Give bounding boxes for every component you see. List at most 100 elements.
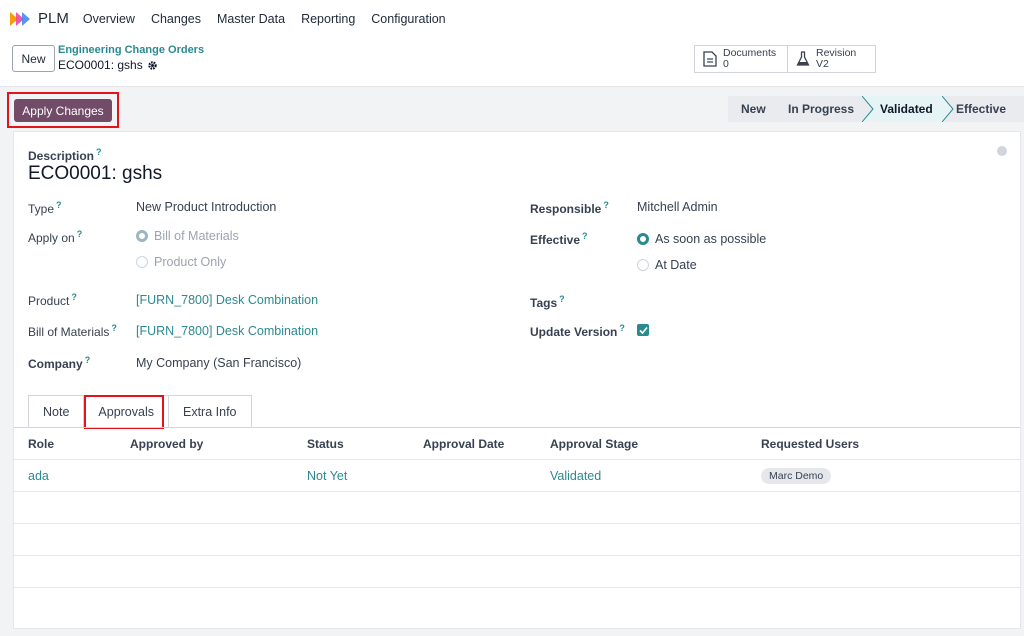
- stage-effective-label: Effective: [956, 102, 1007, 116]
- table-row-empty: [14, 588, 1020, 620]
- status-indicator-icon[interactable]: [997, 146, 1007, 156]
- cell-role[interactable]: ada: [28, 469, 49, 483]
- column-requested-users[interactable]: Requested Users: [761, 437, 859, 451]
- breadcrumb-current: ECO0001: gshs: [58, 58, 158, 72]
- table-row-empty: [14, 524, 1020, 556]
- gear-icon[interactable]: [147, 60, 158, 71]
- stage-effective[interactable]: Effective: [942, 96, 1024, 122]
- stage-new[interactable]: New: [728, 96, 776, 122]
- apply-on-product-radio[interactable]: Product Only: [136, 255, 226, 269]
- stage-new-label: New: [741, 102, 766, 116]
- effective-label-text: Effective: [530, 233, 581, 247]
- apply-on-bom-label: Bill of Materials: [154, 229, 239, 243]
- help-icon[interactable]: ?: [111, 323, 117, 333]
- smart-buttons: Documents 0 Revision V2: [694, 45, 876, 73]
- stage-validated[interactable]: Validated: [862, 96, 954, 122]
- responsible-label: Responsible?: [530, 200, 609, 216]
- help-icon[interactable]: ?: [77, 229, 83, 239]
- tags-label-text: Tags: [530, 296, 558, 310]
- column-approval-date[interactable]: Approval Date: [423, 437, 504, 451]
- stage-separator-icon: [942, 96, 954, 122]
- stage-validated-label: Validated: [880, 102, 933, 116]
- apply-on-bom-radio[interactable]: Bill of Materials: [136, 229, 239, 243]
- help-icon[interactable]: ?: [603, 200, 609, 210]
- type-label: Type?: [28, 200, 62, 216]
- company-label-text: Company: [28, 357, 83, 371]
- menu-master-data[interactable]: Master Data: [217, 12, 285, 26]
- help-icon[interactable]: ?: [619, 323, 625, 333]
- help-icon[interactable]: ?: [71, 292, 77, 302]
- app-logo[interactable]: PLM: [9, 10, 69, 27]
- tab-note[interactable]: Note: [28, 395, 85, 428]
- table-row-empty: [14, 556, 1020, 588]
- revision-smart-button[interactable]: Revision V2: [788, 45, 876, 73]
- product-field[interactable]: [FURN_7800] Desk Combination: [136, 293, 318, 307]
- update-version-label: Update Version?: [530, 323, 625, 339]
- user-badge[interactable]: Marc Demo: [761, 468, 832, 484]
- approvals-tab-highlight: [84, 395, 164, 429]
- help-icon[interactable]: ?: [96, 147, 102, 157]
- new-button[interactable]: New: [12, 45, 55, 72]
- column-status[interactable]: Status: [307, 437, 344, 451]
- apply-on-label-text: Apply on: [28, 231, 75, 245]
- apply-changes-highlight: Apply Changes: [7, 92, 119, 128]
- flask-icon: [796, 51, 810, 66]
- cell-approval-stage[interactable]: Validated: [550, 469, 601, 483]
- help-icon[interactable]: ?: [56, 200, 62, 210]
- help-icon[interactable]: ?: [85, 355, 91, 365]
- update-version-label-text: Update Version: [530, 325, 618, 339]
- bom-label-text: Bill of Materials: [28, 325, 110, 339]
- table-row[interactable]: ada Not Yet Validated Marc Demo: [14, 460, 1020, 492]
- revision-value: V2: [816, 58, 829, 70]
- top-navbar: PLM Overview Changes Master Data Reporti…: [0, 0, 1024, 37]
- column-approval-stage[interactable]: Approval Stage: [550, 437, 638, 451]
- documents-smart-button[interactable]: Documents 0: [694, 45, 788, 73]
- control-panel: New Engineering Change Orders ECO0001: g…: [0, 37, 1024, 87]
- radio-selected-icon: [637, 233, 649, 245]
- apply-on-product-label: Product Only: [154, 255, 227, 269]
- type-field[interactable]: New Product Introduction: [136, 200, 276, 214]
- effective-asap-radio[interactable]: As soon as possible: [637, 232, 766, 246]
- effective-at-date-radio[interactable]: At Date: [637, 258, 697, 272]
- breadcrumb-current-label: ECO0001: gshs: [58, 58, 143, 72]
- menu-configuration[interactable]: Configuration: [371, 12, 445, 26]
- approvals-table-header: Role Approved by Status Approval Date Ap…: [14, 428, 1020, 460]
- menu-changes[interactable]: Changes: [151, 12, 201, 26]
- documents-count: 0: [723, 58, 729, 70]
- stage-pipeline: New In Progress Validated Effective: [728, 96, 1024, 122]
- app-name[interactable]: PLM: [38, 10, 69, 27]
- type-label-text: Type: [28, 202, 55, 216]
- tab-extra-info[interactable]: Extra Info: [168, 395, 252, 428]
- responsible-field[interactable]: Mitchell Admin: [637, 200, 718, 214]
- effective-asap-label: As soon as possible: [655, 232, 767, 246]
- breadcrumb-parent[interactable]: Engineering Change Orders: [58, 44, 204, 56]
- plm-logo-icon: [10, 11, 30, 26]
- document-icon: [703, 51, 717, 67]
- radio-unselected-icon: [637, 259, 649, 271]
- form-sheet: Description? ECO0001: gshs Type? New Pro…: [13, 131, 1021, 629]
- stage-in-progress[interactable]: In Progress: [776, 96, 874, 122]
- description-field[interactable]: ECO0001: gshs: [28, 163, 162, 185]
- help-icon[interactable]: ?: [582, 231, 588, 241]
- documents-label: Documents: [723, 47, 777, 59]
- cell-status[interactable]: Not Yet: [307, 469, 347, 483]
- menu-reporting[interactable]: Reporting: [301, 12, 355, 26]
- checkmark-icon: [638, 326, 648, 334]
- tags-label: Tags?: [530, 294, 565, 310]
- bom-label: Bill of Materials?: [28, 323, 117, 339]
- update-version-checkbox[interactable]: [637, 324, 649, 336]
- company-label: Company?: [28, 355, 90, 371]
- radio-unselected-icon: [136, 256, 148, 268]
- column-role[interactable]: Role: [28, 437, 54, 451]
- apply-changes-button[interactable]: Apply Changes: [14, 99, 112, 122]
- bom-field[interactable]: [FURN_7800] Desk Combination: [136, 324, 318, 338]
- help-icon[interactable]: ?: [559, 294, 565, 304]
- effective-label: Effective?: [530, 231, 588, 247]
- stage-separator-icon: [862, 96, 874, 122]
- company-field[interactable]: My Company (San Francisco): [136, 356, 301, 370]
- radio-selected-icon: [136, 230, 148, 242]
- column-approved-by[interactable]: Approved by: [130, 437, 203, 451]
- menu-overview[interactable]: Overview: [83, 12, 135, 26]
- apply-on-label: Apply on?: [28, 229, 82, 245]
- product-label-text: Product: [28, 294, 70, 308]
